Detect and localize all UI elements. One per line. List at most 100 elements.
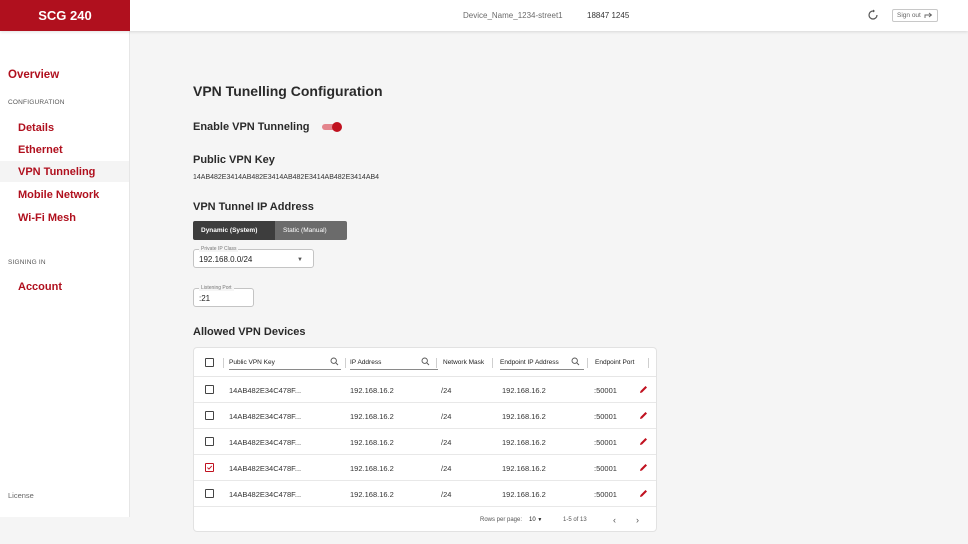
enable-vpn-label: Enable VPN Tunneling <box>193 121 310 133</box>
cell-endpoint-port: :50001 <box>594 490 617 499</box>
cell-endpoint-ip: 192.168.16.2 <box>502 438 546 447</box>
chevron-left-icon[interactable]: ‹ <box>613 515 616 525</box>
chevron-down-icon: ▼ <box>537 517 543 523</box>
search-icon[interactable] <box>421 357 430 366</box>
cell-endpoint-ip: 192.168.16.2 <box>502 490 546 499</box>
cell-endpoint-ip: 192.168.16.2 <box>502 386 546 395</box>
tunnel-ip-title: VPN Tunnel IP Address <box>193 201 314 213</box>
rows-per-page-select[interactable]: 10 ▼ <box>529 517 542 523</box>
rows-per-page-label: Rows per page: <box>480 517 523 523</box>
pencil-icon[interactable] <box>639 411 648 420</box>
table-row[interactable]: 14AB482E34C478F... 192.168.16.2 /24 192.… <box>194 403 656 429</box>
cell-network-mask: /24 <box>441 464 452 473</box>
row-checkbox[interactable] <box>205 385 214 394</box>
sign-out-label: Sign out <box>897 12 921 19</box>
listening-port-value: :21 <box>199 294 211 303</box>
cell-network-mask: /24 <box>441 490 452 499</box>
device-name: Device_Name_1234-street1 <box>463 11 563 20</box>
sidebar-item-ethernet[interactable]: Ethernet <box>0 139 129 160</box>
row-checkbox[interactable] <box>205 489 214 498</box>
search-icon[interactable] <box>330 357 339 366</box>
sidebar-item-vpn-tunneling[interactable]: VPN Tunneling <box>0 161 129 182</box>
cell-endpoint-ip: 192.168.16.2 <box>502 412 546 421</box>
top-bar: SCG 240 Device_Name_1234-street1 18847 1… <box>0 0 968 31</box>
column-endpoint-port[interactable]: Endpoint Port <box>595 359 634 366</box>
mode-static-button[interactable]: Static (Manual) <box>275 221 347 240</box>
mode-dynamic-button[interactable]: Dynamic (System) <box>193 221 275 240</box>
column-network-mask[interactable]: Network Mask <box>443 359 484 366</box>
column-separator <box>648 358 649 368</box>
cell-public-key: 14AB482E34C478F... <box>229 438 302 447</box>
column-separator <box>587 358 588 368</box>
device-serial: 18847 1245 <box>587 11 630 20</box>
chevron-down-icon: ▼ <box>297 257 303 263</box>
listening-port-label: Listening Port <box>199 285 234 291</box>
sidebar: Overview CONFIGURATION Details Ethernet … <box>0 31 130 517</box>
license-link[interactable]: License <box>8 491 34 500</box>
pencil-icon[interactable] <box>639 385 648 394</box>
table-row[interactable]: 14AB482E34C478F... 192.168.16.2 /24 192.… <box>194 481 656 507</box>
cell-public-key: 14AB482E34C478F... <box>229 412 302 421</box>
brand-logo[interactable]: SCG 240 <box>0 0 130 31</box>
column-separator <box>492 358 493 368</box>
pencil-icon[interactable] <box>639 489 648 498</box>
sidebar-item-details[interactable]: Details <box>0 117 129 138</box>
cell-endpoint-port: :50001 <box>594 412 617 421</box>
refresh-icon[interactable] <box>867 9 879 21</box>
row-checkbox[interactable] <box>205 437 214 446</box>
enable-vpn-toggle[interactable] <box>322 122 342 132</box>
column-separator <box>223 358 224 368</box>
cell-public-key: 14AB482E34C478F... <box>229 490 302 499</box>
search-icon[interactable] <box>571 357 580 366</box>
private-ip-class-select[interactable]: Private IP Class 192.168.0.0/24 ▼ <box>193 246 314 268</box>
column-separator <box>436 358 437 368</box>
sign-out-icon <box>924 12 933 18</box>
sign-out-button[interactable]: Sign out <box>892 9 938 22</box>
row-checkbox[interactable] <box>205 411 214 420</box>
private-ip-class-value: 192.168.0.0/24 <box>199 255 253 264</box>
listening-port-field[interactable]: Listening Port :21 <box>193 285 254 307</box>
sidebar-section-configuration: CONFIGURATION <box>8 99 65 106</box>
pencil-icon[interactable] <box>639 463 648 472</box>
table-header: Public VPN Key IP Address Network Mask E… <box>194 348 656 377</box>
ip-mode-segmented-control: Dynamic (System) Static (Manual) <box>193 221 347 240</box>
cell-network-mask: /24 <box>441 412 452 421</box>
toggle-thumb <box>332 122 342 132</box>
cell-endpoint-port: :50001 <box>594 464 617 473</box>
sidebar-section-signing-in: SIGNING IN <box>8 259 46 266</box>
cell-endpoint-ip: 192.168.16.2 <box>502 464 546 473</box>
cell-public-key: 14AB482E34C478F... <box>229 386 302 395</box>
sidebar-item-overview[interactable]: Overview <box>8 69 59 81</box>
chevron-right-icon[interactable]: › <box>636 515 639 525</box>
column-separator <box>345 358 346 368</box>
table-row[interactable]: 14AB482E34C478F... 192.168.16.2 /24 192.… <box>194 455 656 481</box>
sidebar-item-wifi-mesh[interactable]: Wi-Fi Mesh <box>0 207 129 228</box>
page-title: VPN Tunelling Configuration <box>193 83 383 99</box>
table-pagination: Rows per page: 10 ▼ 1-5 of 13 ‹ › <box>194 508 656 533</box>
row-checkbox-checked[interactable] <box>205 463 214 472</box>
table-row[interactable]: 14AB482E34C478F... 192.168.16.2 /24 192.… <box>194 377 656 403</box>
cell-ip-address: 192.168.16.2 <box>350 490 394 499</box>
column-public-vpn-key[interactable]: Public VPN Key <box>229 359 341 370</box>
cell-network-mask: /24 <box>441 386 452 395</box>
sidebar-item-account[interactable]: Account <box>0 276 129 297</box>
select-all-checkbox[interactable] <box>205 358 214 367</box>
pagination-range: 1-5 of 13 <box>563 517 587 523</box>
cell-endpoint-port: :50001 <box>594 386 617 395</box>
devices-table: Public VPN Key IP Address Network Mask E… <box>193 347 657 532</box>
sidebar-item-mobile-network[interactable]: Mobile Network <box>0 184 129 205</box>
cell-ip-address: 192.168.16.2 <box>350 386 394 395</box>
table-row[interactable]: 14AB482E34C478F... 192.168.16.2 /24 192.… <box>194 429 656 455</box>
cell-public-key: 14AB482E34C478F... <box>229 464 302 473</box>
private-ip-class-label: Private IP Class <box>199 246 239 252</box>
public-key-title: Public VPN Key <box>193 154 275 166</box>
rows-per-page-value: 10 <box>529 517 536 523</box>
allowed-devices-title: Allowed VPN Devices <box>193 326 306 338</box>
public-key-value: 14AB482E3414AB482E3414AB482E3414AB482E34… <box>193 174 380 181</box>
cell-ip-address: 192.168.16.2 <box>350 464 394 473</box>
cell-endpoint-port: :50001 <box>594 438 617 447</box>
pencil-icon[interactable] <box>639 437 648 446</box>
cell-ip-address: 192.168.16.2 <box>350 438 394 447</box>
cell-ip-address: 192.168.16.2 <box>350 412 394 421</box>
cell-network-mask: /24 <box>441 438 452 447</box>
